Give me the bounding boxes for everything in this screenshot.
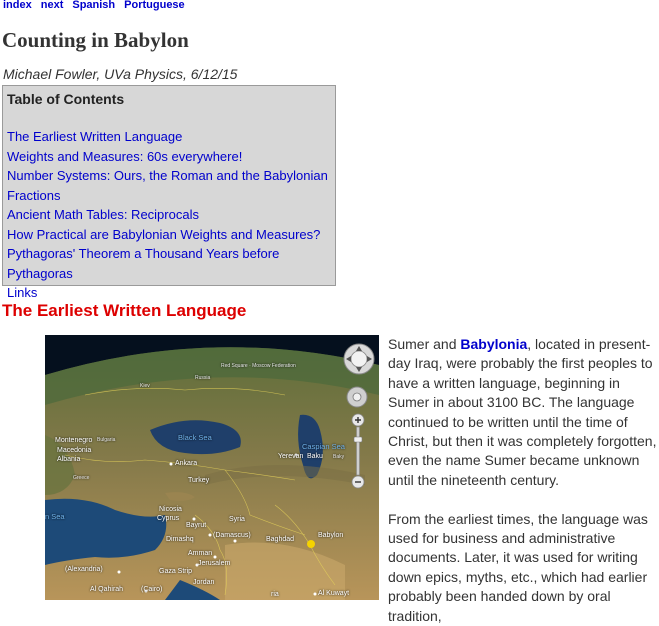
top-navigation: index next Spanish Portuguese — [3, 0, 194, 11]
map-label-ria: ria — [271, 591, 279, 598]
map-label-black-sea: Black Sea — [178, 433, 212, 442]
nav-link-index[interactable]: index — [3, 0, 32, 11]
map-label-cairo: (Cairo) — [141, 586, 163, 593]
compass-control-icon[interactable] — [342, 342, 376, 376]
map-label-russia: Russia — [195, 375, 211, 381]
toc-link-earliest-written-language[interactable]: The Earliest Written Language — [7, 129, 182, 144]
map-label-kiev: Kiev — [140, 383, 150, 389]
map-label-ankara: Ankara — [175, 460, 198, 467]
map-label-amman: Amman — [188, 550, 213, 557]
toc-link-number-systems[interactable]: Number Systems: Ours, the Roman and the … — [7, 168, 328, 203]
toc-item: Links — [7, 283, 329, 303]
nav-link-next[interactable]: next — [41, 0, 64, 11]
map-label-al-qahirah: Al Qahirah — [90, 586, 124, 593]
map-label-macedonia: Macedonia — [57, 447, 92, 454]
section-heading: The Earliest Written Language — [2, 301, 247, 320]
map-label-montenegro: Montenegro — [55, 437, 93, 444]
babylon-region-satellite-map[interactable]: Red Square · Moscow Federation Russia Ki… — [45, 335, 379, 600]
map-label-caspian-sea: Caspian Sea — [302, 442, 345, 451]
toc-link-practical-weights[interactable]: How Practical are Babylonian Weights and… — [7, 227, 320, 242]
paragraph-text: , located in present-day Iraq, were prob… — [388, 336, 657, 488]
map-label-nicosia: Nicosia — [159, 506, 182, 513]
toc-item: How Practical are Babylonian Weights and… — [7, 225, 329, 245]
map-label-dimashq: Dimashq — [166, 536, 194, 543]
map-label-damascus: (Damascus) — [213, 532, 251, 539]
toc-item: Number Systems: Ours, the Roman and the … — [7, 166, 329, 205]
map-label-bulgaria: Bulgaria — [97, 437, 116, 443]
article-body: Sumer and Babylonia, located in present-… — [388, 335, 658, 626]
nav-link-spanish[interactable]: Spanish — [72, 0, 115, 11]
toc-link-weights-and-measures[interactable]: Weights and Measures: 60s everywhere! — [7, 149, 242, 164]
map-label-syria: Syria — [229, 516, 245, 523]
toc-item: Weights and Measures: 60s everywhere! — [7, 147, 329, 167]
babylonia-link[interactable]: Babylonia — [460, 336, 527, 352]
map-label-babylon: Babylon — [318, 532, 344, 539]
map-label-baku: Baku — [307, 453, 323, 460]
map-label-baky: Baky — [333, 454, 345, 460]
toc-list: The Earliest Written Language Weights an… — [7, 127, 329, 303]
toc-link-pythagoras-theorem[interactable]: Pythagoras' Theorem a Thousand Years bef… — [7, 246, 279, 281]
map-label-turkey: Turkey — [188, 477, 210, 484]
zoom-slider[interactable] — [351, 413, 365, 489]
map-label-bayrut: Bayrut — [186, 522, 207, 529]
map-label-al-kuwayt: Al Kuwayt — [318, 590, 350, 597]
nav-link-portuguese[interactable]: Portuguese — [124, 0, 185, 11]
toc-item: The Earliest Written Language — [7, 127, 329, 147]
paragraph-intro: Sumer and Babylonia, located in present-… — [388, 335, 658, 490]
toc-link-math-tables-reciprocals[interactable]: Ancient Math Tables: Reciprocals — [7, 207, 199, 222]
map-label-yerevan: Yerevan — [278, 453, 304, 460]
toc-link-links[interactable]: Links — [7, 285, 37, 300]
map-label-cyprus: Cyprus — [157, 515, 180, 522]
map-label-jerusalem: Jerusalem — [198, 560, 231, 567]
map-label-gaza-strip: Gaza Strip — [159, 568, 193, 575]
paragraph-text: Sumer and — [388, 336, 461, 352]
toc-item: Pythagoras' Theorem a Thousand Years bef… — [7, 244, 329, 283]
table-of-contents: Table of Contents The Earliest Written L… — [2, 85, 336, 300]
map-label-sea-fragment: n Sea — [45, 512, 65, 521]
map-label-baghdad: Baghdad — [266, 536, 295, 543]
toc-item: Ancient Math Tables: Reciprocals — [7, 205, 329, 225]
map-label-alexandria: (Alexandria) — [65, 566, 103, 573]
toc-heading: Table of Contents — [7, 91, 125, 107]
map-label-greece: Greece — [73, 475, 90, 481]
author-byline: Michael Fowler, UVa Physics, 6/12/15 — [3, 66, 238, 82]
map-label-federation: Red Square · Moscow Federation — [221, 363, 296, 369]
map-label-albania: Albania — [57, 456, 81, 463]
page-title: Counting in Babylon — [2, 28, 189, 52]
look-around-control-icon[interactable] — [345, 385, 369, 409]
babylon-placemark[interactable] — [307, 540, 315, 548]
map-label-jordan: Jordan — [193, 579, 215, 586]
paragraph-uses: From the earliest times, the language wa… — [388, 510, 648, 624]
